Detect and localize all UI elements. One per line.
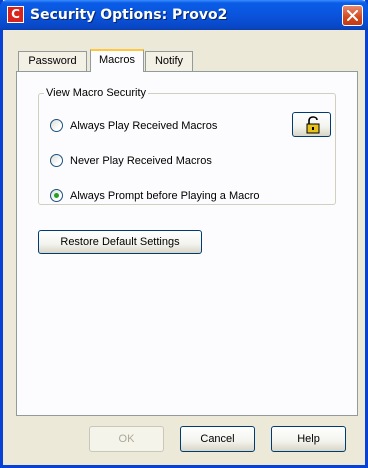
restore-default-settings-button[interactable]: Restore Default Settings xyxy=(38,230,202,254)
radio-label: Never Play Received Macros xyxy=(70,155,212,167)
window-title: Security Options: Provo2 xyxy=(30,7,228,23)
radio-selected-dot xyxy=(54,193,59,198)
close-icon xyxy=(347,10,358,21)
cancel-button[interactable]: Cancel xyxy=(180,426,255,452)
lock-button[interactable] xyxy=(292,112,331,137)
app-logo-icon: C xyxy=(7,6,24,23)
close-button[interactable] xyxy=(342,5,363,26)
radio-never-play[interactable]: Never Play Received Macros xyxy=(50,153,270,169)
macros-tab-panel: View Macro Security Always Play Received… xyxy=(16,71,358,416)
radio-label: Always Prompt before Playing a Macro xyxy=(70,190,260,202)
tab-notify[interactable]: Notify xyxy=(145,51,193,71)
security-options-dialog: C Security Options: Provo2 Password Macr… xyxy=(0,0,368,468)
radio-label: Always Play Received Macros xyxy=(70,120,218,132)
tab-password[interactable]: Password xyxy=(18,51,87,71)
unlocked-padlock-icon xyxy=(306,116,320,134)
radio-circle[interactable] xyxy=(50,189,63,202)
tab-macros[interactable]: Macros xyxy=(90,49,144,72)
group-label: View Macro Security xyxy=(44,86,149,100)
title-bar[interactable]: C Security Options: Provo2 xyxy=(0,0,368,30)
radio-circle[interactable] xyxy=(50,154,63,167)
radio-always-prompt[interactable]: Always Prompt before Playing a Macro xyxy=(50,188,320,204)
view-macro-security-group: View Macro Security Always Play Received… xyxy=(38,86,336,205)
ok-button[interactable]: OK xyxy=(89,426,164,452)
radio-circle[interactable] xyxy=(50,119,63,132)
radio-always-play[interactable]: Always Play Received Macros xyxy=(50,118,270,134)
help-button[interactable]: Help xyxy=(271,426,346,452)
